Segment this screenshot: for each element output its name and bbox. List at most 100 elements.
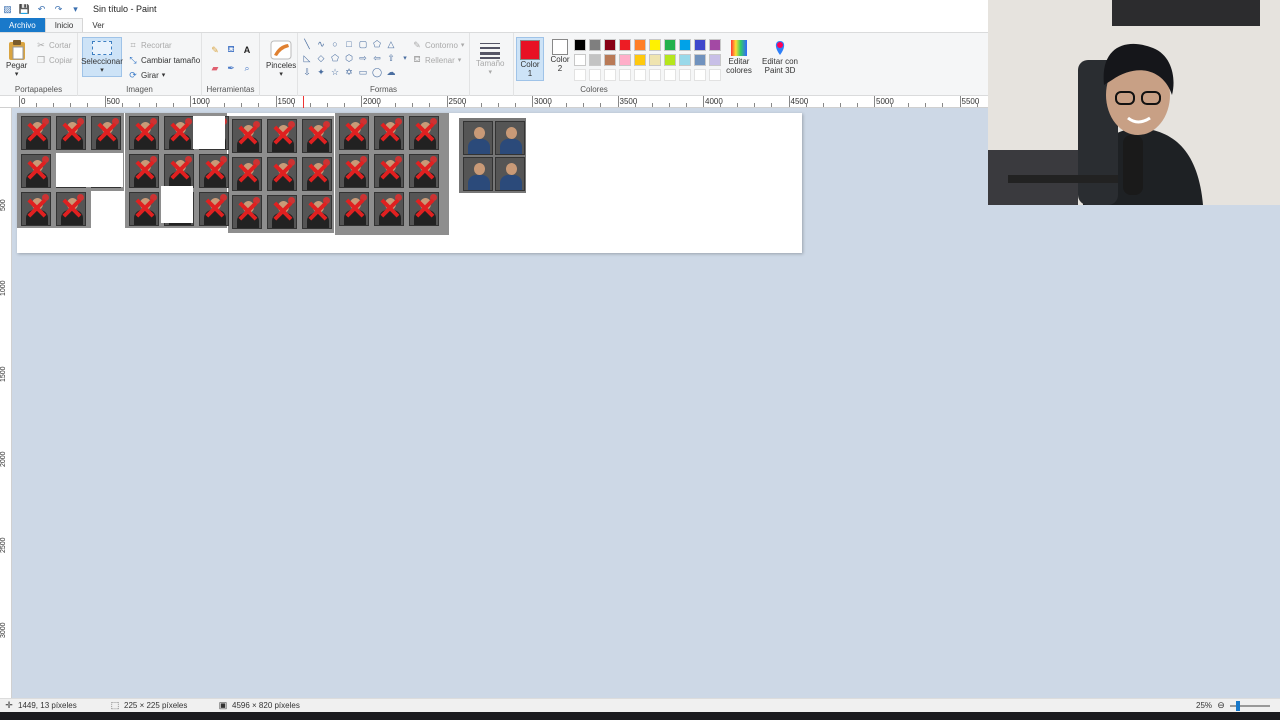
outline-button[interactable]: ✎ Contorno ▾ <box>412 40 464 50</box>
red-x-mark: ✕ <box>132 155 158 188</box>
palette-color-swatch[interactable] <box>634 54 646 66</box>
shapes-gallery[interactable]: ╲ ∿ ○ □ ▢ ⬠ △ ◺ ◇ ⬠ ⬡ ⇨ ⇦ ⇧ ⇩ ✦ ☆ ✡ ▭ ◯ … <box>302 39 408 83</box>
palette-color-swatch[interactable] <box>679 39 691 51</box>
custom-color-slot[interactable] <box>679 69 691 81</box>
up-arrow-shape-icon[interactable]: ⇧ <box>386 53 396 63</box>
palette-color-swatch[interactable] <box>664 39 676 51</box>
edit-paint3d-button[interactable]: Editar con Paint 3D <box>760 39 800 75</box>
palette-color-swatch[interactable] <box>604 39 616 51</box>
palette-color-swatch[interactable] <box>634 39 646 51</box>
eraser-icon[interactable]: ▰ <box>210 63 220 73</box>
resize-button[interactable]: ⤡ Cambiar tamaño <box>128 55 200 65</box>
fill-bucket-icon[interactable]: ⛾ <box>226 44 236 55</box>
palette-color-swatch[interactable] <box>604 54 616 66</box>
brushes-button[interactable]: Pinceles ▾ <box>266 39 296 78</box>
right-triangle-shape-icon[interactable]: ◺ <box>302 53 312 63</box>
pencil-icon[interactable]: ✎ <box>210 45 220 55</box>
paste-dropdown-icon[interactable]: ▾ <box>15 70 19 78</box>
tab-home[interactable]: Inicio <box>44 18 84 32</box>
custom-color-slot[interactable] <box>574 69 586 81</box>
line-shape-icon[interactable]: ╲ <box>302 39 312 49</box>
palette-color-swatch[interactable] <box>694 54 706 66</box>
rounded-callout-shape-icon[interactable]: ▭ <box>358 67 368 77</box>
ruler-minor-tick <box>292 103 294 107</box>
candidate-photo: ✕ <box>267 195 297 229</box>
redo-icon[interactable]: ↷ <box>53 4 64 15</box>
drawing-canvas[interactable]: ✕✕✕✕✕✕✕✕✕✕✕✕✕✕✕✕✕✕✕✕✕✕✕✕✕✕✕✕✕✕✕✕✕✕✕✕ <box>17 113 802 253</box>
color2-button[interactable]: Color 2 <box>548 39 572 73</box>
palette-color-swatch[interactable] <box>619 39 631 51</box>
rotate-dropdown-icon[interactable]: ▾ <box>162 71 166 79</box>
rotate-button[interactable]: ⟳ Girar ▾ <box>128 70 165 80</box>
curve-shape-icon[interactable]: ∿ <box>316 39 326 49</box>
edit-colors-button[interactable]: Editar colores <box>722 39 756 75</box>
rectangle-shape-icon[interactable]: □ <box>344 39 354 49</box>
palette-color-swatch[interactable] <box>574 39 586 51</box>
palette-color-swatch[interactable] <box>709 54 721 66</box>
cut-button[interactable]: ✂ Cortar <box>36 40 71 50</box>
palette-color-swatch[interactable] <box>649 39 661 51</box>
zoom-slider[interactable] <box>1230 700 1271 711</box>
custom-color-slot[interactable] <box>589 69 601 81</box>
save-icon[interactable]: 💾 <box>19 4 30 15</box>
hexagon-shape-icon[interactable]: ⬡ <box>344 53 354 63</box>
magnifier-icon[interactable]: ⌕ <box>242 63 252 73</box>
custom-color-slot[interactable] <box>649 69 661 81</box>
triangle-shape-icon[interactable]: △ <box>386 39 396 49</box>
select-button[interactable]: Seleccionar ▾ <box>81 37 123 77</box>
custom-color-slot[interactable] <box>694 69 706 81</box>
shapes-scroll-icon[interactable]: ▾ <box>400 53 410 63</box>
tab-file[interactable]: Archivo <box>0 18 45 32</box>
zoom-out-icon[interactable]: ⊖ <box>1216 700 1226 711</box>
down-arrow-shape-icon[interactable]: ⇩ <box>302 67 312 77</box>
left-arrow-shape-icon[interactable]: ⇦ <box>372 53 382 63</box>
rounded-rect-shape-icon[interactable]: ▢ <box>358 39 368 49</box>
ruler-minor-tick <box>309 103 311 107</box>
canvas-workspace[interactable]: ✕✕✕✕✕✕✕✕✕✕✕✕✕✕✕✕✕✕✕✕✕✕✕✕✕✕✕✕✕✕✕✕✕✕✕✕ <box>12 108 988 698</box>
size-button[interactable]: Tamaño ▾ <box>476 41 504 76</box>
undo-icon[interactable]: ↶ <box>36 4 47 15</box>
five-point-star-shape-icon[interactable]: ☆ <box>330 67 340 77</box>
zoom-slider-thumb[interactable] <box>1236 700 1241 711</box>
color1-swatch <box>520 40 540 60</box>
paste-button[interactable]: Pegar ▾ <box>6 39 27 78</box>
crop-button[interactable]: ⌗ Recortar <box>128 40 172 50</box>
oval-callout-shape-icon[interactable]: ◯ <box>372 67 382 77</box>
palette-color-swatch[interactable] <box>574 54 586 66</box>
text-tool-icon[interactable]: A <box>242 45 252 55</box>
custom-color-slot[interactable] <box>664 69 676 81</box>
palette-color-swatch[interactable] <box>589 39 601 51</box>
color-picker-icon[interactable]: ✒ <box>226 63 236 73</box>
palette-color-swatch[interactable] <box>649 54 661 66</box>
customize-quick-access-icon[interactable]: ▾ <box>70 4 81 15</box>
cloud-callout-shape-icon[interactable]: ☁ <box>386 67 396 77</box>
palette-color-swatch[interactable] <box>619 54 631 66</box>
pentagon-shape-icon[interactable]: ⬠ <box>330 53 340 63</box>
palette-color-swatch[interactable] <box>589 54 601 66</box>
custom-color-slot[interactable] <box>634 69 646 81</box>
oval-shape-icon[interactable]: ○ <box>330 39 340 49</box>
red-x-mark: ✕ <box>342 117 368 150</box>
four-point-star-shape-icon[interactable]: ✦ <box>316 67 326 77</box>
palette-color-swatch[interactable] <box>679 54 691 66</box>
fill-button[interactable]: ⛾ Rellenar ▾ <box>412 54 461 65</box>
palette-color-swatch[interactable] <box>709 39 721 51</box>
palette-color-swatch[interactable] <box>664 54 676 66</box>
copy-button[interactable]: ❐ Copiar <box>36 55 73 65</box>
ruler-tick <box>19 96 20 107</box>
palette-color-swatch[interactable] <box>694 39 706 51</box>
tab-view[interactable]: Ver <box>83 18 113 32</box>
diamond-shape-icon[interactable]: ◇ <box>316 53 326 63</box>
custom-color-slot[interactable] <box>619 69 631 81</box>
color1-button[interactable]: Color 1 <box>516 37 544 81</box>
right-arrow-shape-icon[interactable]: ⇨ <box>358 53 368 63</box>
candidate-photo <box>463 121 493 155</box>
select-dropdown-icon[interactable]: ▾ <box>100 66 104 74</box>
ruler-minor-tick <box>720 103 722 107</box>
custom-color-slot[interactable] <box>709 69 721 81</box>
six-point-star-shape-icon[interactable]: ✡ <box>344 67 354 77</box>
polygon-shape-icon[interactable]: ⬠ <box>372 39 382 49</box>
brushes-dropdown-icon[interactable]: ▾ <box>279 70 283 78</box>
crop-label: Recortar <box>141 40 172 50</box>
custom-color-slot[interactable] <box>604 69 616 81</box>
